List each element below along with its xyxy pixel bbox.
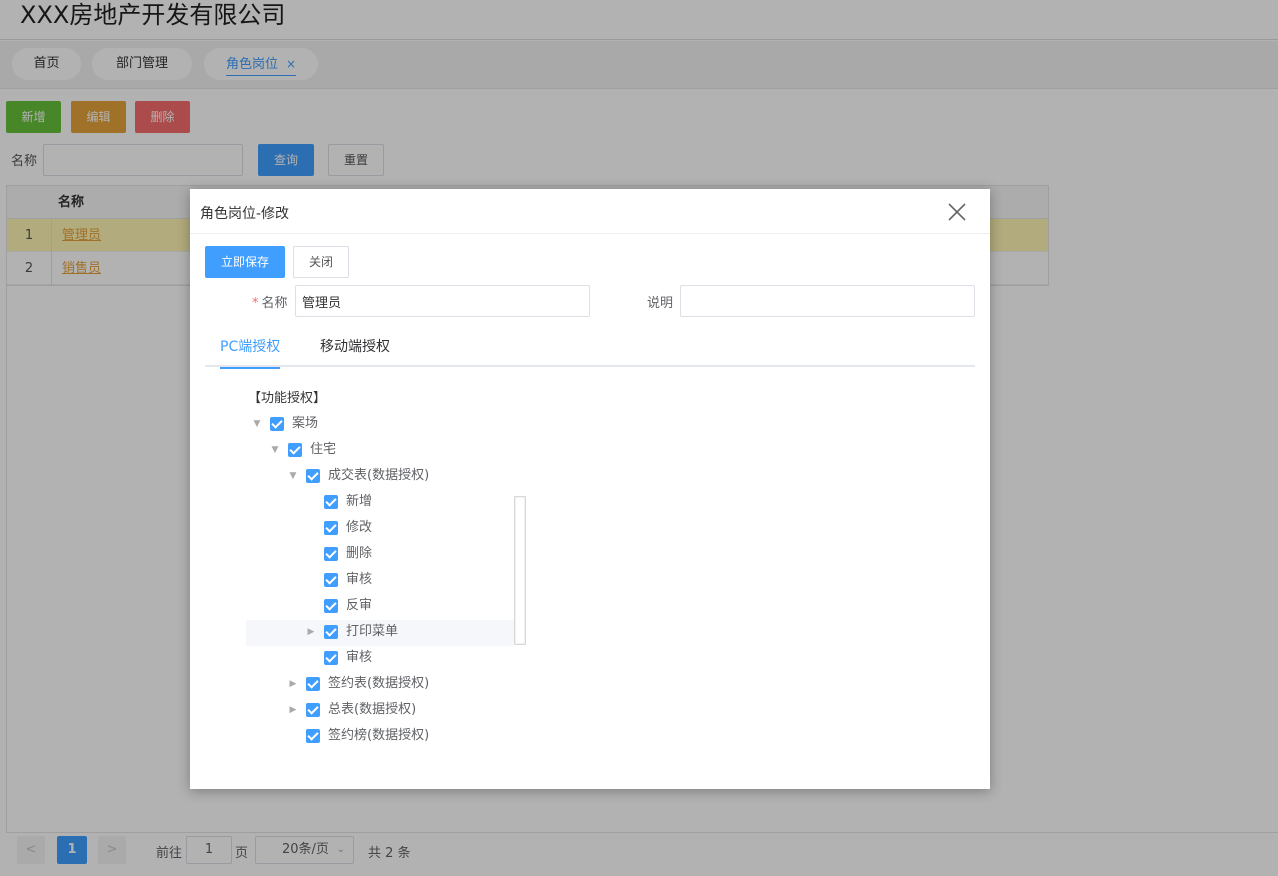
tree-node-label: 签约表(数据授权) [328, 676, 430, 691]
checkbox[interactable] [324, 599, 338, 613]
function-permission-title: 【功能授权】 [248, 391, 327, 406]
tree-node-label: 删除 [346, 546, 373, 561]
tree-node-label: 签约榜(数据授权) [328, 728, 430, 743]
name-field-label: * 名称 [252, 292, 288, 311]
tree-node-label: 案场 [292, 416, 319, 431]
description-field-label: 说明 [647, 296, 674, 311]
name-label-text: 名称 [261, 296, 288, 311]
checkbox[interactable] [306, 469, 320, 483]
caret-down-icon[interactable]: ▼ [288, 463, 298, 489]
tree-node-label: 成交表(数据授权) [328, 468, 430, 483]
dialog-title: 角色岗位-修改 [200, 206, 290, 222]
caret-down-icon[interactable]: ▼ [270, 437, 280, 463]
tab-pc-permission[interactable]: PC端授权 [220, 334, 281, 369]
tree-node-label: 审核 [346, 572, 373, 587]
close-icon[interactable] [946, 201, 968, 223]
description-field[interactable] [680, 285, 975, 317]
edit-role-dialog: 角色岗位-修改 立即保存 关闭 *名称 说明 PC端授权 移动端授权 【功能授权… [190, 189, 990, 789]
close-button[interactable]: 关闭 [293, 246, 349, 278]
tree-node-label: 反审 [346, 598, 373, 613]
tree-node-label: 审核 [346, 650, 373, 665]
checkbox[interactable] [270, 417, 284, 431]
tree-node-label: 总表(数据授权) [328, 702, 417, 717]
name-field[interactable] [295, 285, 590, 317]
tree-node-label: 新增 [346, 494, 373, 509]
checkbox[interactable] [324, 521, 338, 535]
checkbox[interactable] [324, 573, 338, 587]
caret-right-icon[interactable]: ▶ [306, 619, 316, 645]
tab-mobile-permission[interactable]: 移动端授权 [320, 334, 390, 367]
caret-down-icon[interactable]: ▼ [252, 411, 262, 437]
required-mark: * [252, 296, 259, 311]
scrollbar-thumb[interactable] [516, 498, 524, 643]
caret-right-icon[interactable]: ▶ [288, 671, 298, 697]
checkbox[interactable] [306, 703, 320, 717]
tree-node-label: 修改 [346, 520, 373, 535]
permission-tabs: PC端授权 移动端授权 [205, 334, 975, 369]
dialog-header: 角色岗位-修改 [190, 189, 990, 234]
caret-right-icon[interactable]: ▶ [288, 697, 298, 723]
checkbox[interactable] [324, 651, 338, 665]
tree-scrollbar[interactable] [514, 496, 526, 645]
tree-node-label: 住宅 [310, 442, 337, 457]
checkbox[interactable] [306, 677, 320, 691]
checkbox[interactable] [288, 443, 302, 457]
checkbox[interactable] [306, 729, 320, 743]
tree-node-label: 打印菜单 [346, 624, 399, 639]
checkbox[interactable] [324, 625, 338, 639]
checkbox[interactable] [324, 495, 338, 509]
save-now-button[interactable]: 立即保存 [205, 246, 285, 278]
checkbox[interactable] [324, 547, 338, 561]
